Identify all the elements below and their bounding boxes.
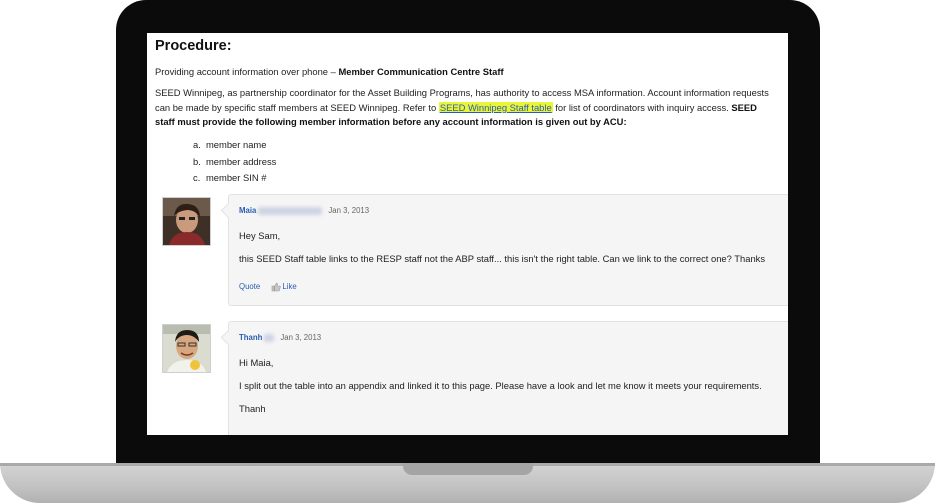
comment-caret	[220, 329, 237, 346]
list-marker: c.	[193, 172, 201, 183]
procedure-heading: Procedure:	[155, 38, 232, 54]
redacted-name	[264, 333, 275, 342]
avatar[interactable]	[162, 324, 211, 373]
comment-text: Hi Maia,	[239, 357, 274, 368]
list-item-text: member name	[206, 139, 267, 150]
list-item-text: member SIN #	[206, 172, 267, 183]
comment-meta: Maia Jan 3, 2013	[239, 206, 369, 215]
comment-author[interactable]: Thanh	[239, 333, 262, 342]
avatar[interactable]	[162, 197, 211, 246]
list-item: a. member name	[193, 138, 276, 155]
list-marker: a.	[193, 139, 201, 150]
authority-paragraph: SEED Winnipeg, as partnership coordinato…	[155, 86, 775, 130]
list-item: b. member address	[193, 155, 276, 172]
comment: Thanh Jan 3, 2013 Hi Maia, I split out th…	[220, 321, 788, 435]
intro-text: Providing account information over phone…	[155, 66, 339, 77]
comment-text: Thanh	[239, 403, 266, 414]
list-item-text: member address	[206, 155, 277, 167]
authority-text-after: for list of coordinators with inquiry ac…	[552, 101, 732, 113]
comment-text: Hey Sam,	[239, 230, 281, 241]
comment-meta: Thanh Jan 3, 2013	[239, 333, 321, 342]
list-marker: b.	[193, 155, 201, 167]
screen[interactable]: Procedure: Providing account information…	[147, 33, 788, 435]
intro-bold: Member Communication Centre Staff	[338, 66, 504, 77]
thumb-up-icon[interactable]	[271, 282, 282, 292]
comment-date: Jan 3, 2013	[328, 206, 370, 215]
quote-link[interactable]: Quote	[239, 282, 260, 291]
seed-staff-table-link[interactable]: SEED Winnipeg Staff table	[438, 101, 553, 113]
comment-author[interactable]: Maia	[239, 206, 256, 215]
comment-actions: Quote Like	[239, 282, 297, 292]
like-link[interactable]: Like	[282, 282, 296, 291]
comment-caret	[220, 202, 237, 219]
comment: Maia Jan 3, 2013 Hey Sam, this SEED Staff…	[220, 194, 788, 306]
comment-text: this SEED Staff table links to the RESP …	[239, 253, 766, 264]
comment-date: Jan 3, 2013	[280, 333, 322, 342]
intro-paragraph: Providing account information over phone…	[155, 65, 775, 80]
list-item: c. member SIN #	[193, 171, 276, 188]
redacted-name	[258, 206, 323, 215]
laptop-notch	[403, 463, 533, 475]
comment-text: I split out the table into an appendix a…	[239, 380, 762, 391]
member-info-list: a. member name b. member address c. member …	[193, 138, 276, 188]
